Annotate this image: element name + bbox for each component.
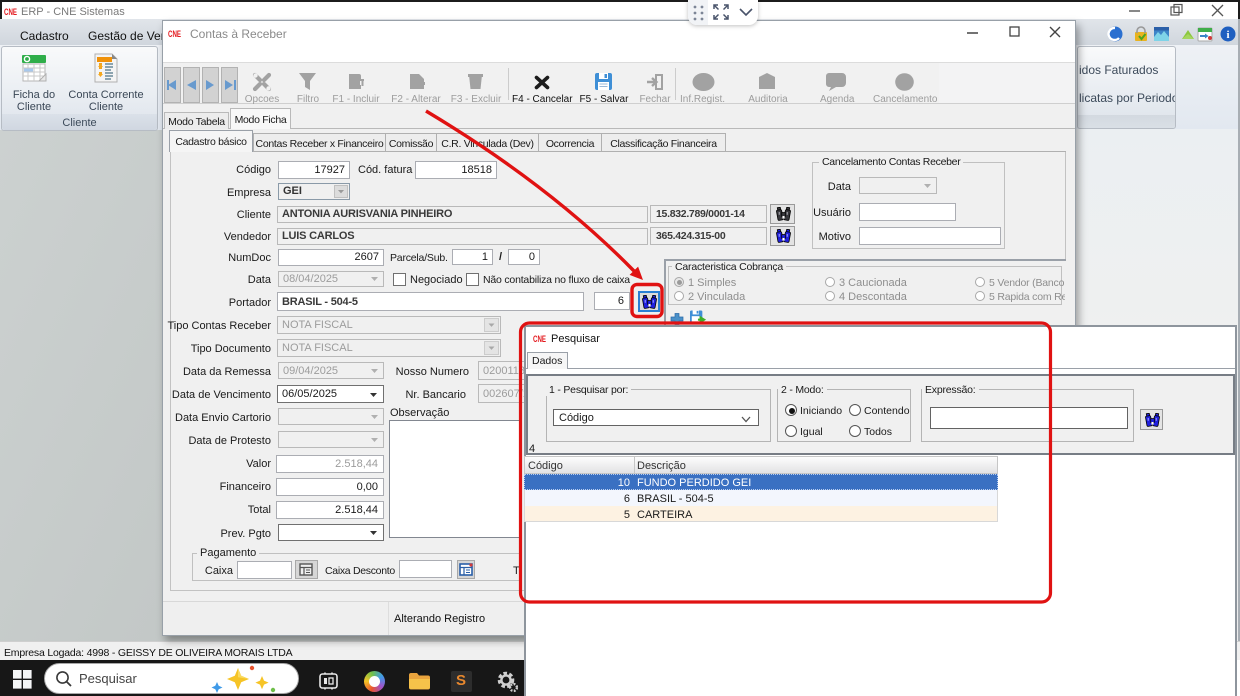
svg-text:CNE: CNE (168, 29, 181, 38)
svg-text:i: i (1226, 29, 1229, 41)
svg-text:CNE: CNE (4, 7, 17, 16)
svg-text:CNE: CNE (533, 334, 546, 343)
